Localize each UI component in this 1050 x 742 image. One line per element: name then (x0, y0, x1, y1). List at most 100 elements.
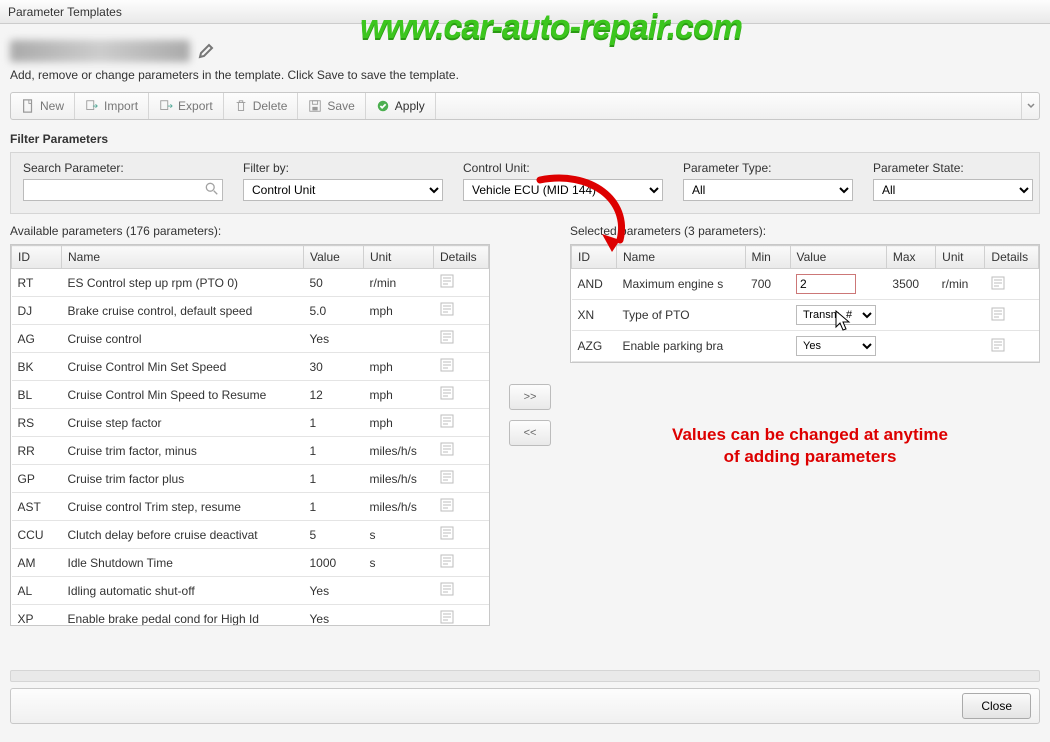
filter-by-select[interactable]: Control Unit (243, 179, 443, 201)
details-icon[interactable] (440, 302, 454, 316)
value-select[interactable]: Yes (796, 336, 876, 356)
details-icon[interactable] (991, 276, 1005, 290)
watermark-text: www.car-auto-repair.com (360, 8, 742, 47)
close-button[interactable]: Close (962, 693, 1031, 719)
details-icon[interactable] (440, 610, 454, 624)
cell-details (434, 521, 489, 549)
save-button[interactable]: Save (298, 93, 365, 119)
table-row[interactable]: BKCruise Control Min Set Speed30mph (12, 353, 489, 381)
table-row[interactable]: RRCruise trim factor, minus1miles/h/s (12, 437, 489, 465)
cell-id: RT (12, 269, 62, 297)
details-icon[interactable] (440, 330, 454, 344)
parameter-type-label: Parameter Type: (683, 161, 853, 175)
search-icon[interactable] (205, 182, 219, 196)
cell-value: 50 (304, 269, 364, 297)
table-row[interactable]: ANDMaximum engine s7003500r/min (572, 269, 1039, 300)
available-scroll[interactable]: ID Name Value Unit Details RTES Control … (11, 245, 489, 625)
cell-name: Enable parking bra (616, 331, 745, 362)
sel-col-name[interactable]: Name (616, 246, 745, 269)
move-left-button[interactable]: << (509, 420, 551, 446)
col-details[interactable]: Details (434, 246, 489, 269)
new-button[interactable]: New (11, 93, 75, 119)
sel-col-unit[interactable]: Unit (936, 246, 985, 269)
apply-button[interactable]: Apply (366, 93, 436, 119)
cell-unit: miles/h/s (364, 437, 434, 465)
value-input[interactable] (796, 274, 856, 294)
table-row[interactable]: ASTCruise control Trim step, resume1mile… (12, 493, 489, 521)
table-row[interactable]: RSCruise step factor1mph (12, 409, 489, 437)
parameter-state-select[interactable]: All (873, 179, 1033, 201)
col-id[interactable]: ID (12, 246, 62, 269)
details-icon[interactable] (440, 442, 454, 456)
cell-unit (364, 577, 434, 605)
horizontal-scrollbar[interactable] (10, 670, 1040, 682)
cell-max: 3500 (886, 269, 935, 300)
cell-details (434, 269, 489, 297)
table-row[interactable]: AZGEnable parking braYes (572, 331, 1039, 362)
details-icon[interactable] (440, 358, 454, 372)
cell-min (745, 331, 790, 362)
table-row[interactable]: BLCruise Control Min Speed to Resume12mp… (12, 381, 489, 409)
table-row[interactable]: AMIdle Shutdown Time1000s (12, 549, 489, 577)
col-unit[interactable]: Unit (364, 246, 434, 269)
table-row[interactable]: XPEnable brake pedal cond for High IdYes (12, 605, 489, 626)
details-icon[interactable] (440, 386, 454, 400)
table-row[interactable]: RTES Control step up rpm (PTO 0)50r/min (12, 269, 489, 297)
cell-unit: r/min (936, 269, 985, 300)
pencil-icon[interactable] (198, 43, 214, 59)
col-name[interactable]: Name (62, 246, 304, 269)
table-row[interactable]: CCUClutch delay before cruise deactivat5… (12, 521, 489, 549)
details-icon[interactable] (440, 414, 454, 428)
value-select[interactable]: Transm. # (796, 305, 876, 325)
cell-id: AG (12, 325, 62, 353)
import-button[interactable]: Import (75, 93, 149, 119)
cell-name: Cruise Control Min Speed to Resume (62, 381, 304, 409)
details-icon[interactable] (991, 307, 1005, 321)
col-value[interactable]: Value (304, 246, 364, 269)
export-button[interactable]: Export (149, 93, 224, 119)
bottom-bar: Close (10, 688, 1040, 724)
cell-id: DJ (12, 297, 62, 325)
table-row[interactable]: AGCruise controlYes (12, 325, 489, 353)
move-right-button[interactable]: >> (509, 384, 551, 410)
sel-col-max[interactable]: Max (886, 246, 935, 269)
cell-unit: s (364, 521, 434, 549)
cell-name: Clutch delay before cruise deactivat (62, 521, 304, 549)
details-icon[interactable] (440, 498, 454, 512)
table-row[interactable]: GPCruise trim factor plus1miles/h/s (12, 465, 489, 493)
window-title: Parameter Templates (8, 5, 122, 19)
details-icon[interactable] (440, 470, 454, 484)
sel-col-min[interactable]: Min (745, 246, 790, 269)
details-icon[interactable] (991, 338, 1005, 352)
table-row[interactable]: DJBrake cruise control, default speed5.0… (12, 297, 489, 325)
sel-col-details[interactable]: Details (985, 246, 1039, 269)
table-row[interactable]: ALIdling automatic shut-offYes (12, 577, 489, 605)
details-icon[interactable] (440, 582, 454, 596)
cell-id: AL (12, 577, 62, 605)
search-input[interactable] (23, 179, 223, 201)
cell-name: Idling automatic shut-off (62, 577, 304, 605)
cell-unit: s (364, 549, 434, 577)
details-icon[interactable] (440, 526, 454, 540)
template-name-blurred (10, 40, 190, 62)
control-unit-select[interactable]: Vehicle ECU (MID 144) (463, 179, 663, 201)
selected-grid: ID Name Min Value Max Unit Details ANDMa… (570, 244, 1040, 363)
sel-col-id[interactable]: ID (572, 246, 617, 269)
cell-value: Transm. # (790, 300, 886, 331)
cell-value: 1000 (304, 549, 364, 577)
cell-id: RS (12, 409, 62, 437)
cell-value: 5 (304, 521, 364, 549)
toolbar-overflow[interactable] (1021, 93, 1039, 119)
cell-details (434, 577, 489, 605)
details-icon[interactable] (440, 554, 454, 568)
delete-button[interactable]: Delete (224, 93, 299, 119)
cell-id: GP (12, 465, 62, 493)
parameter-state-label: Parameter State: (873, 161, 1033, 175)
parameter-type-select[interactable]: All (683, 179, 853, 201)
export-icon (159, 99, 173, 113)
table-row[interactable]: XNType of PTOTransm. # (572, 300, 1039, 331)
sel-col-value[interactable]: Value (790, 246, 886, 269)
details-icon[interactable] (440, 274, 454, 288)
trash-icon (234, 99, 248, 113)
cell-details (434, 605, 489, 626)
